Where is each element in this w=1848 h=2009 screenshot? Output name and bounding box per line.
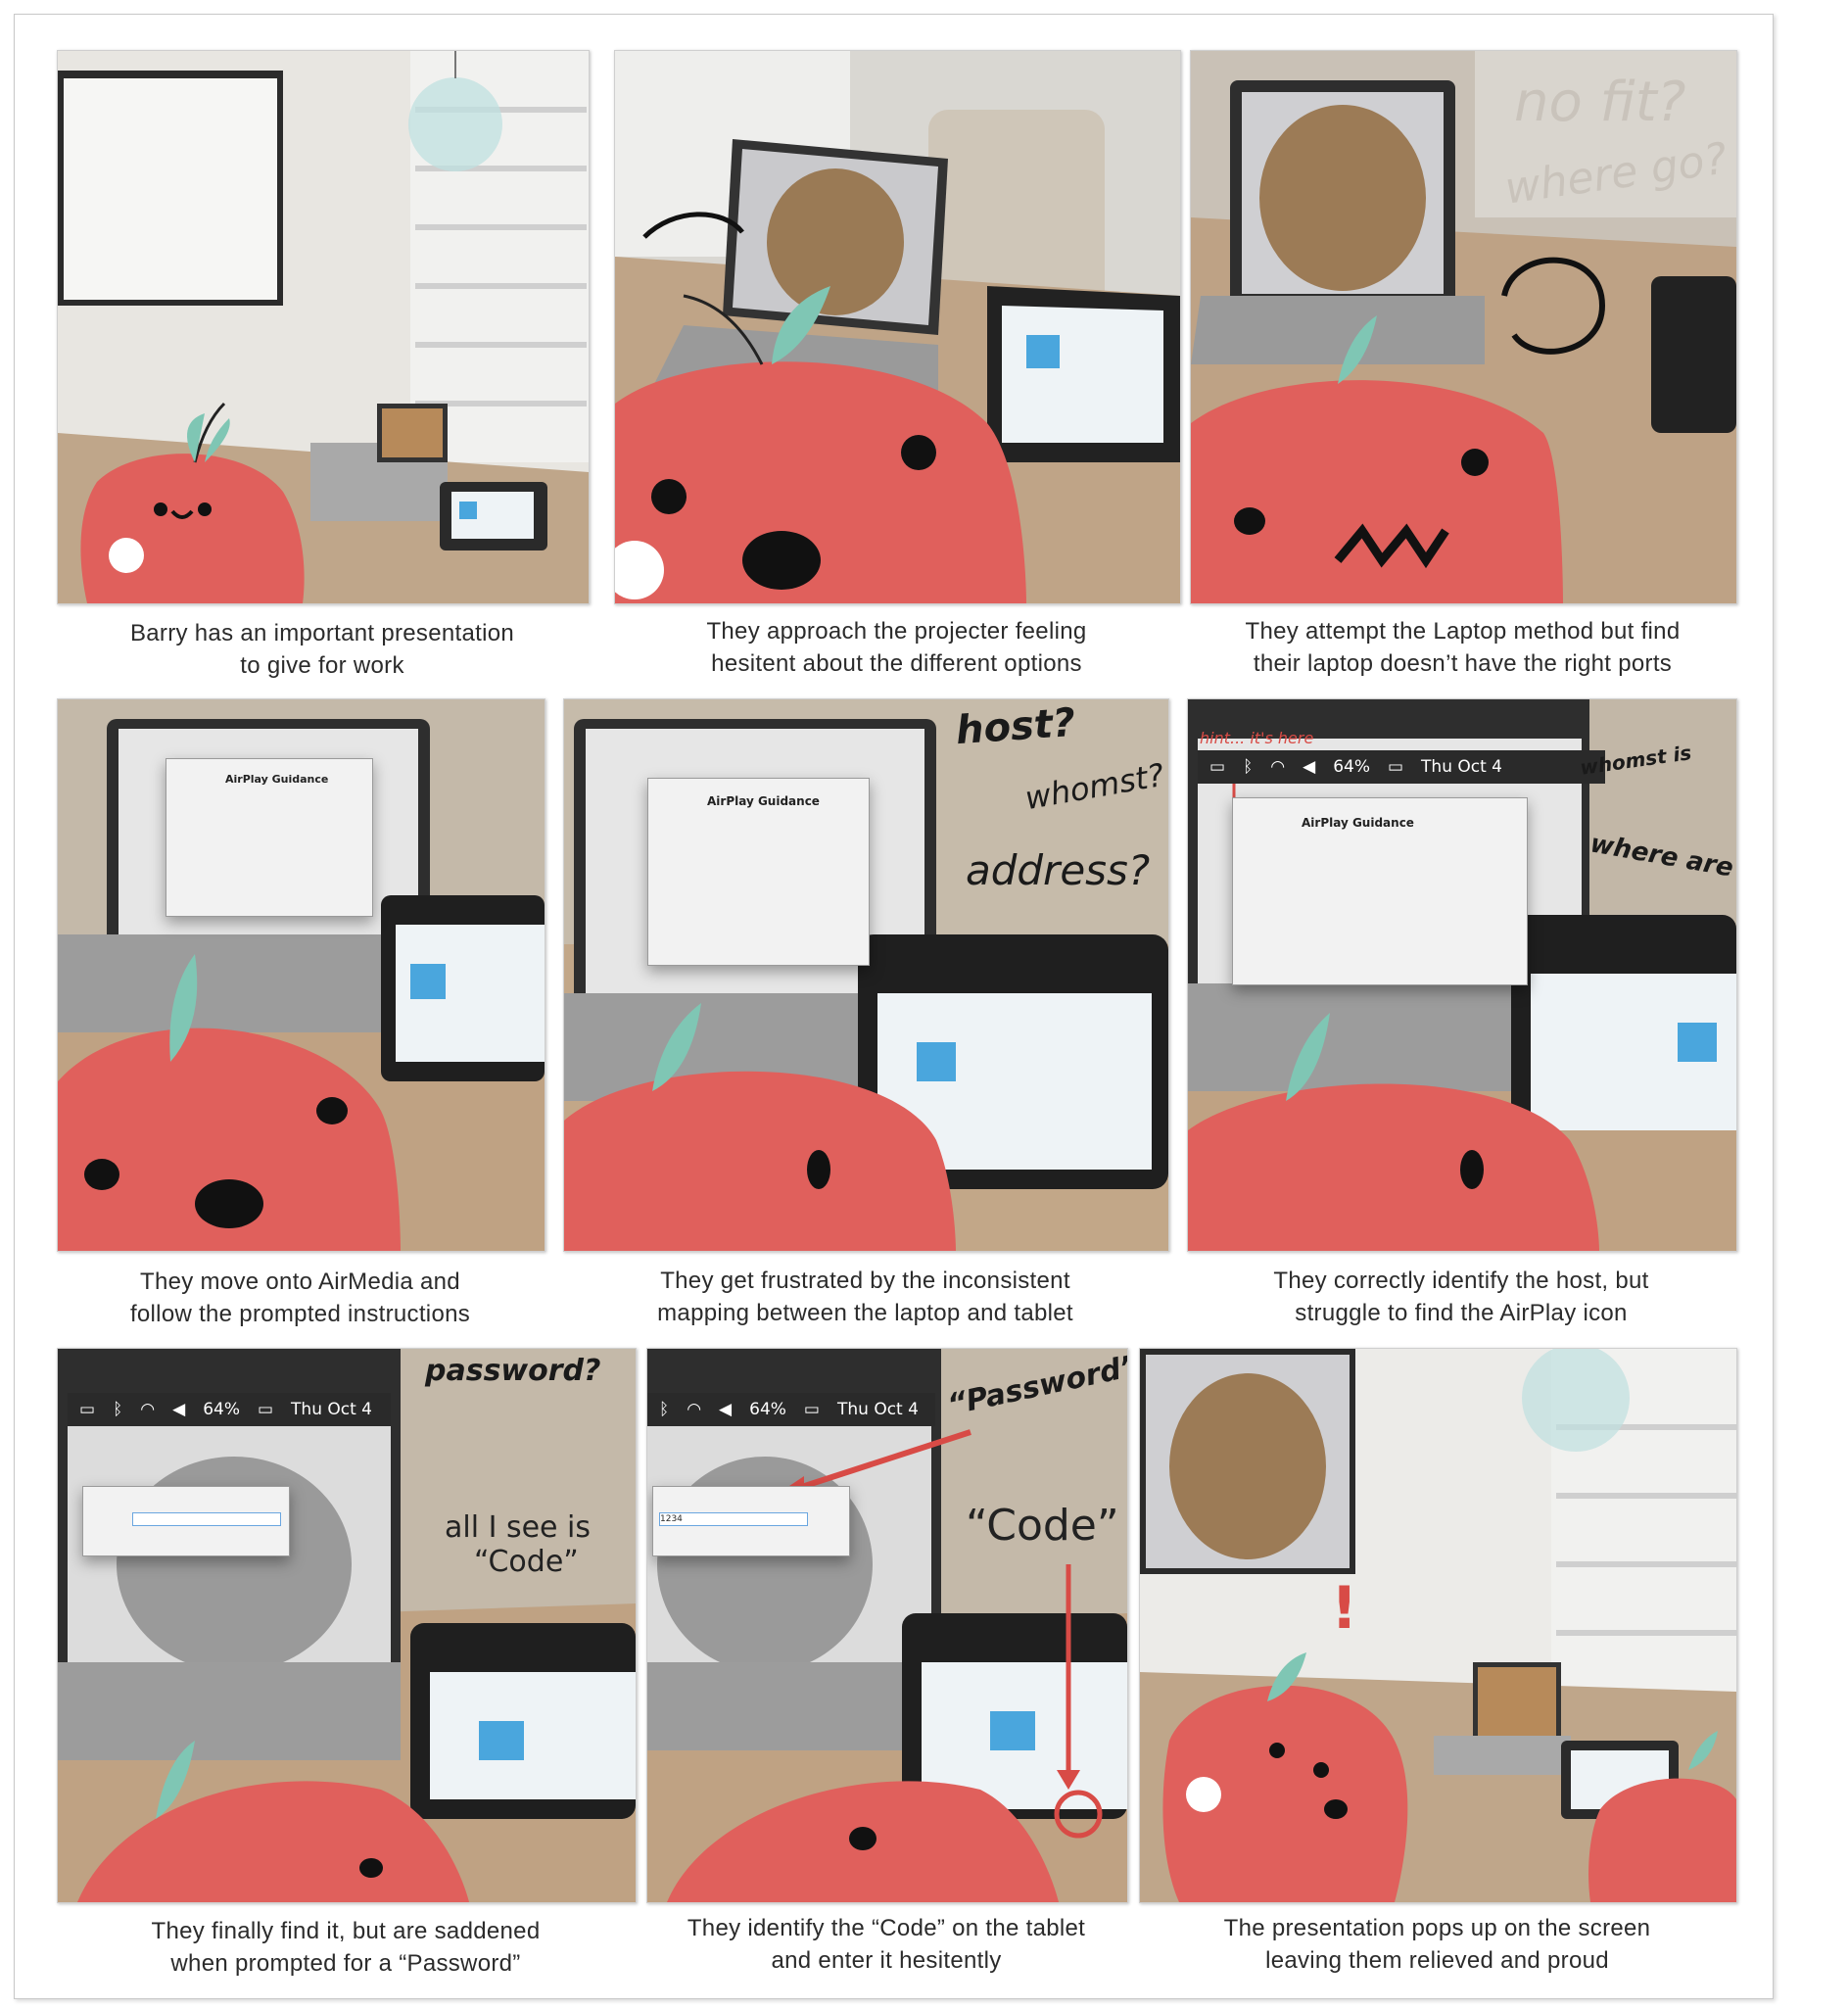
panel-2-scene <box>615 51 1180 603</box>
caption-line: hesitent about the different options <box>711 650 1082 677</box>
panel-5-text-address: address? <box>966 846 1151 894</box>
battery-percent: 64% <box>1333 757 1370 777</box>
battery-icon[interactable]: ▭ <box>804 1400 820 1419</box>
caption-line: their laptop doesn’t have the right port… <box>1253 650 1673 677</box>
battery-percent: 64% <box>749 1400 786 1419</box>
caption-line: when prompted for a “Password” <box>170 1950 521 1977</box>
mac-menubar: ▭ ᛒ ◠ ◀ 64% ▭ Thu Oct 4 <box>68 1393 391 1426</box>
battery-icon[interactable]: ▭ <box>258 1400 273 1419</box>
panel-3-text-no-fit: no fit? <box>1514 71 1686 134</box>
panel-8: ᛒ ◠ ◀ 64% ▭ Thu Oct 4 1234 “Password” “C… <box>646 1348 1128 1903</box>
dialog-title: AirPlay Guidance <box>707 794 820 808</box>
panel-8-text-code: “Code” <box>966 1501 1119 1551</box>
battery-icon[interactable]: ▭ <box>1388 757 1403 777</box>
caption-line: mapping between the laptop and tablet <box>657 1300 1073 1326</box>
caption-line: struggle to find the AirPlay icon <box>1295 1300 1628 1326</box>
exclamation-mark: ! <box>1331 1574 1358 1643</box>
panel-4-caption: They move onto AirMedia and follow the p… <box>57 1266 544 1330</box>
panel-7: ▭ ᛒ ◠ ◀ 64% ▭ Thu Oct 4 password? all I … <box>57 1348 637 1903</box>
dialog-title: AirPlay Guidance <box>225 773 329 786</box>
volume-icon[interactable]: ◀ <box>1303 757 1315 777</box>
airplay-guidance-dialog: AirPlay Guidance <box>647 778 870 966</box>
panel-9-scene <box>1140 1349 1736 1902</box>
caption-line: They finally find it, but are saddened <box>151 1918 541 1944</box>
airplay-icon[interactable]: ▭ <box>1209 757 1225 777</box>
airplay-guidance-dialog: AirPlay Guidance <box>166 758 373 917</box>
panel-8-scene <box>647 1349 1127 1902</box>
panel-2 <box>614 50 1181 604</box>
menubar-date: Thu Oct 4 <box>291 1400 372 1419</box>
bluetooth-icon[interactable]: ᛒ <box>113 1400 122 1419</box>
panel-4: AirPlay Guidance <box>57 698 545 1252</box>
panel-1-caption: Barry has an important presentation to g… <box>57 617 588 682</box>
panel-3-caption: They attempt the Laptop method but find … <box>1190 615 1735 680</box>
panel-7-text-all-i-see: all I see is <box>445 1510 592 1545</box>
volume-icon[interactable]: ◀ <box>719 1400 732 1419</box>
panel-7-text-password: password? <box>425 1354 601 1388</box>
airplay-guidance-dialog: AirPlay Guidance <box>1232 797 1528 985</box>
mac-menubar: ▭ ᛒ ◠ ◀ 64% ▭ Thu Oct 4 <box>1198 750 1605 784</box>
caption-line: to give for work <box>240 652 404 679</box>
password-input[interactable] <box>132 1512 281 1526</box>
panel-7-scene <box>58 1349 636 1902</box>
panel-8-caption: They identify the “Code” on the tablet a… <box>646 1912 1126 1977</box>
panel-2-caption: They approach the projecter feeling hesi… <box>614 615 1179 680</box>
wifi-icon[interactable]: ◠ <box>140 1400 155 1419</box>
caption-line: The presentation pops up on the screen <box>1223 1915 1651 1941</box>
password-dialog: 1234 <box>652 1486 850 1556</box>
wifi-icon[interactable]: ◠ <box>1270 757 1285 777</box>
menubar-date: Thu Oct 4 <box>1421 757 1502 777</box>
panel-1-scene <box>58 51 589 603</box>
panel-1 <box>57 50 590 604</box>
panel-7-caption: They finally find it, but are saddened w… <box>57 1915 635 1980</box>
panel-6-caption: They correctly identify the host, but st… <box>1187 1265 1735 1329</box>
caption-line: leaving them relieved and proud <box>1265 1947 1609 1974</box>
wifi-icon[interactable]: ◠ <box>687 1400 701 1419</box>
password-dialog <box>82 1486 290 1556</box>
panel-3: no fit? where go? <box>1190 50 1737 604</box>
caption-line: They attempt the Laptop method but find <box>1245 618 1681 645</box>
bluetooth-icon[interactable]: ᛒ <box>659 1400 669 1419</box>
caption-line: follow the prompted instructions <box>129 1301 471 1327</box>
caption-line: They move onto AirMedia and <box>140 1268 460 1295</box>
airplay-icon[interactable]: ▭ <box>79 1400 95 1419</box>
caption-line: and enter it hesitently <box>771 1947 1002 1974</box>
caption-line: Barry has an important presentation <box>129 620 515 646</box>
menubar-date: Thu Oct 4 <box>836 1400 919 1419</box>
bluetooth-icon[interactable]: ᛒ <box>1243 757 1253 777</box>
caption-line: They get frustrated by the inconsistent <box>660 1268 1070 1294</box>
panel-5: AirPlay Guidance host? whomst? address? <box>563 698 1169 1252</box>
panel-9-caption: The presentation pops up on the screen l… <box>1139 1912 1735 1977</box>
mac-menubar: ᛒ ◠ ◀ 64% ▭ Thu Oct 4 <box>647 1393 935 1426</box>
caption-line: They identify the “Code” on the tablet <box>687 1915 1086 1941</box>
hint-text: hint... it's here <box>1200 729 1314 747</box>
dialog-title: AirPlay Guidance <box>1302 816 1414 830</box>
panel-5-text-host: host? <box>954 699 1077 754</box>
caption-line: They correctly identify the host, but <box>1273 1268 1649 1294</box>
panel-9: ! <box>1139 1348 1737 1903</box>
volume-icon[interactable]: ◀ <box>172 1400 185 1419</box>
panel-6: hint... it's here ▭ ᛒ ◠ ◀ 64% ▭ Thu Oct … <box>1187 698 1737 1252</box>
panel-7-text-code: “Code” <box>474 1545 579 1579</box>
battery-percent: 64% <box>203 1400 240 1419</box>
caption-line: They approach the projecter feeling <box>706 618 1087 645</box>
panel-5-caption: They get frustrated by the inconsistent … <box>563 1265 1167 1329</box>
password-input[interactable]: 1234 <box>659 1512 808 1526</box>
